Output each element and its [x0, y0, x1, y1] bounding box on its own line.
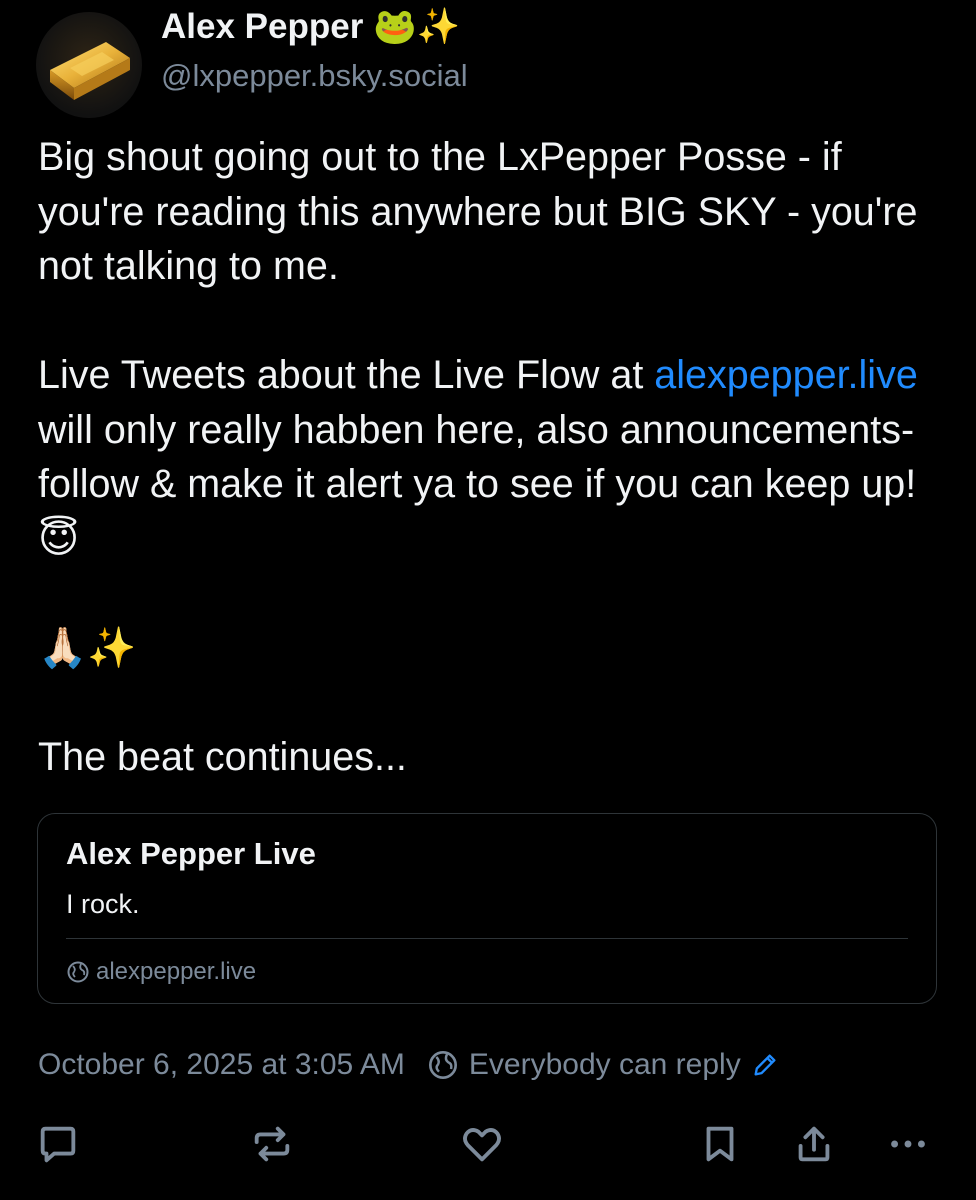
post-link[interactable]: alexpepper.live: [654, 353, 918, 397]
more-icon: [891, 1140, 925, 1148]
smiling-halo-emoji: 😇: [38, 515, 80, 562]
link-card-domain: alexpepper.live: [96, 958, 257, 985]
reply-setting[interactable]: Everybody can reply: [427, 1048, 779, 1082]
bookmark-icon: [706, 1126, 734, 1162]
post-paragraph-1: Big shout going out to the LxPepper Poss…: [38, 135, 918, 288]
avatar[interactable]: [36, 12, 142, 118]
repost-button[interactable]: [242, 1114, 302, 1174]
post-paragraph-2-tail: will only really habben here, also annou…: [38, 407, 917, 507]
more-options-button[interactable]: [878, 1114, 938, 1174]
like-button[interactable]: [452, 1114, 512, 1174]
link-card-domain-row: alexpepper.live: [66, 958, 256, 986]
link-card-description: I rock.: [66, 889, 140, 919]
link-card-title: Alex Pepper Live: [66, 836, 316, 871]
author-name-emojis: 🐸✨: [373, 7, 461, 47]
post-meta-row: October 6, 2025 at 3:05 AM Everybody can…: [38, 1048, 779, 1082]
reply-icon: [40, 1126, 76, 1163]
author-handle[interactable]: @lxpepper.bsky.social: [161, 58, 468, 94]
share-icon: [798, 1126, 830, 1162]
post-paragraph-2: Live Tweets about the Live Flow at alexp…: [38, 348, 938, 566]
author-name-text: Alex Pepper: [161, 7, 364, 46]
reply-setting-label: Everybody can reply: [468, 1048, 741, 1081]
gold-bar-avatar-image: [50, 42, 130, 100]
like-icon: [463, 1128, 501, 1162]
globe-icon: [428, 1051, 457, 1079]
globe-icon: [67, 961, 89, 983]
post-text: Big shout going out to the LxPepper Poss…: [38, 130, 938, 784]
link-card-divider: [66, 938, 908, 939]
pencil-icon[interactable]: [751, 1051, 779, 1079]
link-preview-card[interactable]: Alex Pepper Live I rock. alexpepper.live: [37, 813, 937, 1004]
bookmark-button[interactable]: [690, 1114, 750, 1174]
reply-button[interactable]: [28, 1114, 88, 1174]
post-action-bar: [0, 1114, 976, 1174]
post-paragraph-3: 🙏🏻✨: [38, 624, 137, 671]
post-timestamp[interactable]: October 6, 2025 at 3:05 AM: [38, 1048, 405, 1082]
author-display-name[interactable]: Alex Pepper 🐸✨: [161, 6, 460, 47]
post-paragraph-4: The beat continues...: [38, 734, 407, 779]
repost-icon: [254, 1126, 290, 1162]
post-paragraph-2-lead: Live Tweets about the Live Flow at: [38, 353, 655, 397]
share-button[interactable]: [784, 1114, 844, 1174]
